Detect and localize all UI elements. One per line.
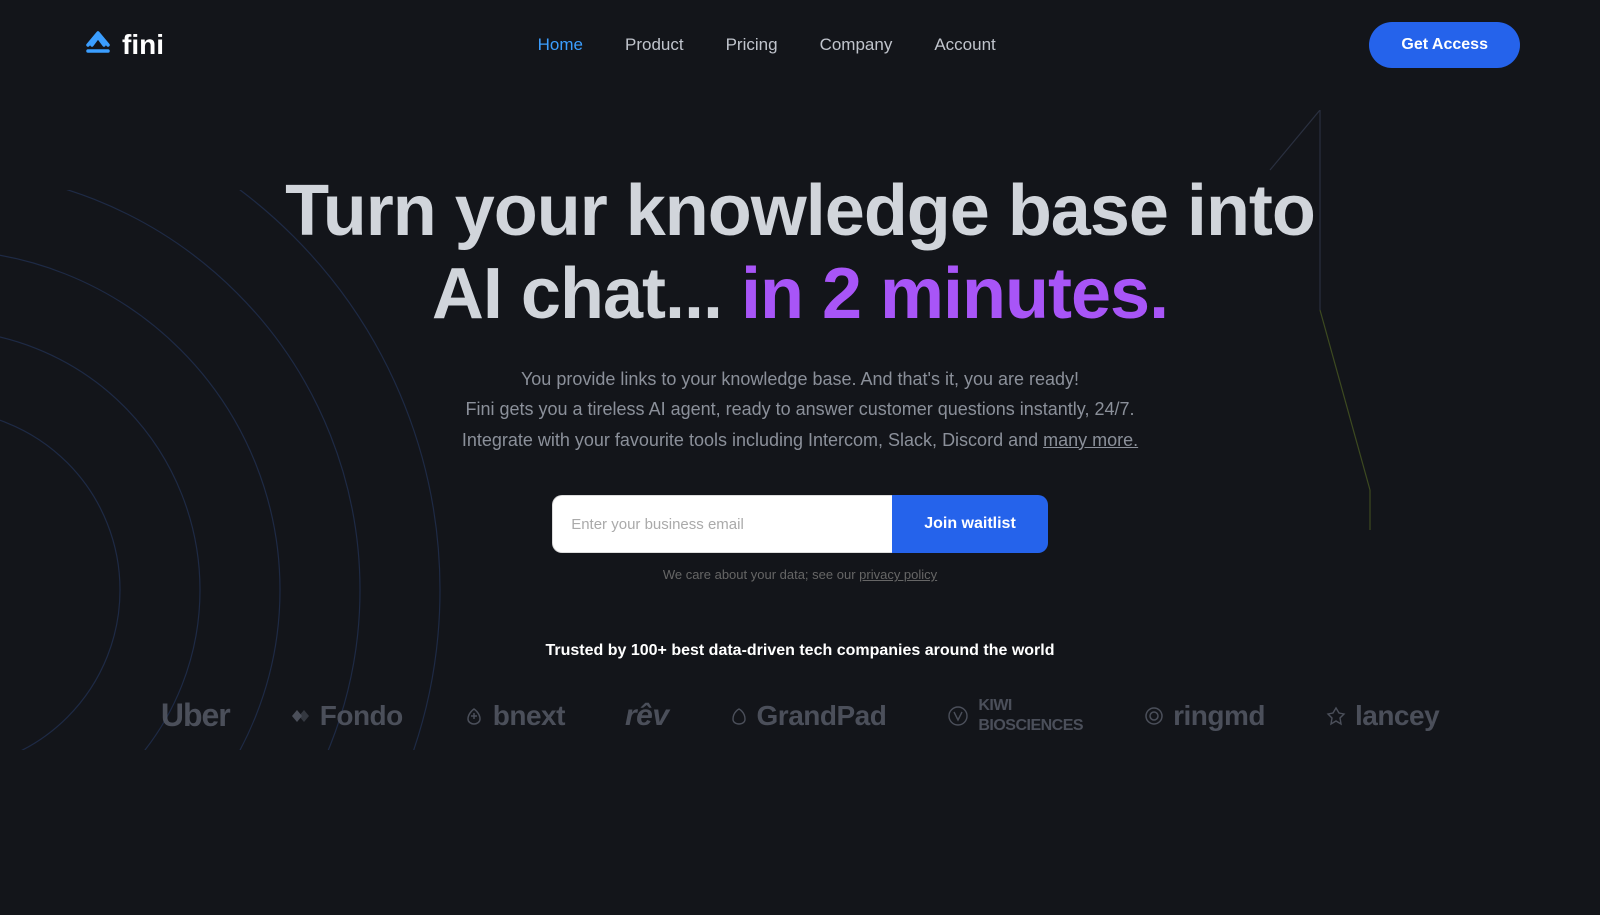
logo-grandpad: GrandPad xyxy=(729,700,887,732)
email-input-wrap xyxy=(552,495,892,553)
logo-text: fini xyxy=(122,29,164,61)
bnext-icon xyxy=(463,705,485,727)
trusted-section: Trusted by 100+ best data-driven tech co… xyxy=(80,642,1520,734)
kiwi-icon xyxy=(946,704,970,728)
email-form: Join waitlist xyxy=(80,495,1520,553)
logo-icon xyxy=(80,27,116,63)
subtitle-line2: Fini gets you a tireless AI agent, ready… xyxy=(465,399,1134,419)
logo-rev: rêv xyxy=(625,699,669,733)
hero-title-line1: Turn your knowledge base into xyxy=(285,171,1315,251)
ringmd-icon xyxy=(1143,705,1165,727)
nav-link-home[interactable]: Home xyxy=(538,35,583,54)
logo-ringmd: ringmd xyxy=(1143,700,1265,732)
subtitle-line3-pre: Integrate with your favourite tools incl… xyxy=(462,430,1043,450)
logo[interactable]: fini xyxy=(80,27,164,63)
hero-title: Turn your knowledge base into AI chat...… xyxy=(80,170,1520,336)
logo-uber: Uber xyxy=(161,697,230,734)
hero-title-line2-normal: AI chat... xyxy=(432,254,722,334)
logo-fondo: Fondo xyxy=(290,700,403,732)
subtitle-line1: You provide links to your knowledge base… xyxy=(521,369,1079,389)
nav-link-pricing[interactable]: Pricing xyxy=(726,35,778,54)
logo-kiwi: KIWIBIOSCIENCES xyxy=(946,696,1083,734)
get-access-button[interactable]: Get Access xyxy=(1369,22,1520,68)
nav-links: Home Product Pricing Company Account xyxy=(538,35,996,55)
form-note: We care about your data; see our privacy… xyxy=(80,567,1520,582)
logos-row: Uber Fondo bnext rêv xyxy=(80,696,1520,734)
nav-link-company[interactable]: Company xyxy=(820,35,893,54)
logo-lancey: lancey xyxy=(1325,700,1439,732)
join-waitlist-button[interactable]: Join waitlist xyxy=(892,495,1048,553)
grandpad-icon xyxy=(729,706,749,726)
hero-section: Turn your knowledge base into AI chat...… xyxy=(0,90,1600,795)
navbar: fini Home Product Pricing Company Accoun… xyxy=(0,0,1600,90)
email-input[interactable] xyxy=(552,495,892,553)
nav-right: Get Access xyxy=(1369,22,1520,68)
logo-bnext: bnext xyxy=(463,700,565,732)
hero-content: Turn your knowledge base into AI chat...… xyxy=(80,170,1520,582)
form-note-pre: We care about your data; see our xyxy=(663,567,859,582)
nav-link-product[interactable]: Product xyxy=(625,35,684,54)
privacy-policy-link[interactable]: privacy policy xyxy=(859,567,937,582)
fondo-icon xyxy=(290,705,312,727)
subtitle-link[interactable]: many more. xyxy=(1043,430,1138,450)
lancey-icon xyxy=(1325,705,1347,727)
hero-title-highlight: in 2 minutes. xyxy=(722,254,1168,334)
trusted-label: Trusted by 100+ best data-driven tech co… xyxy=(80,642,1520,660)
nav-link-account[interactable]: Account xyxy=(934,35,995,54)
hero-subtitle: You provide links to your knowledge base… xyxy=(450,364,1150,456)
